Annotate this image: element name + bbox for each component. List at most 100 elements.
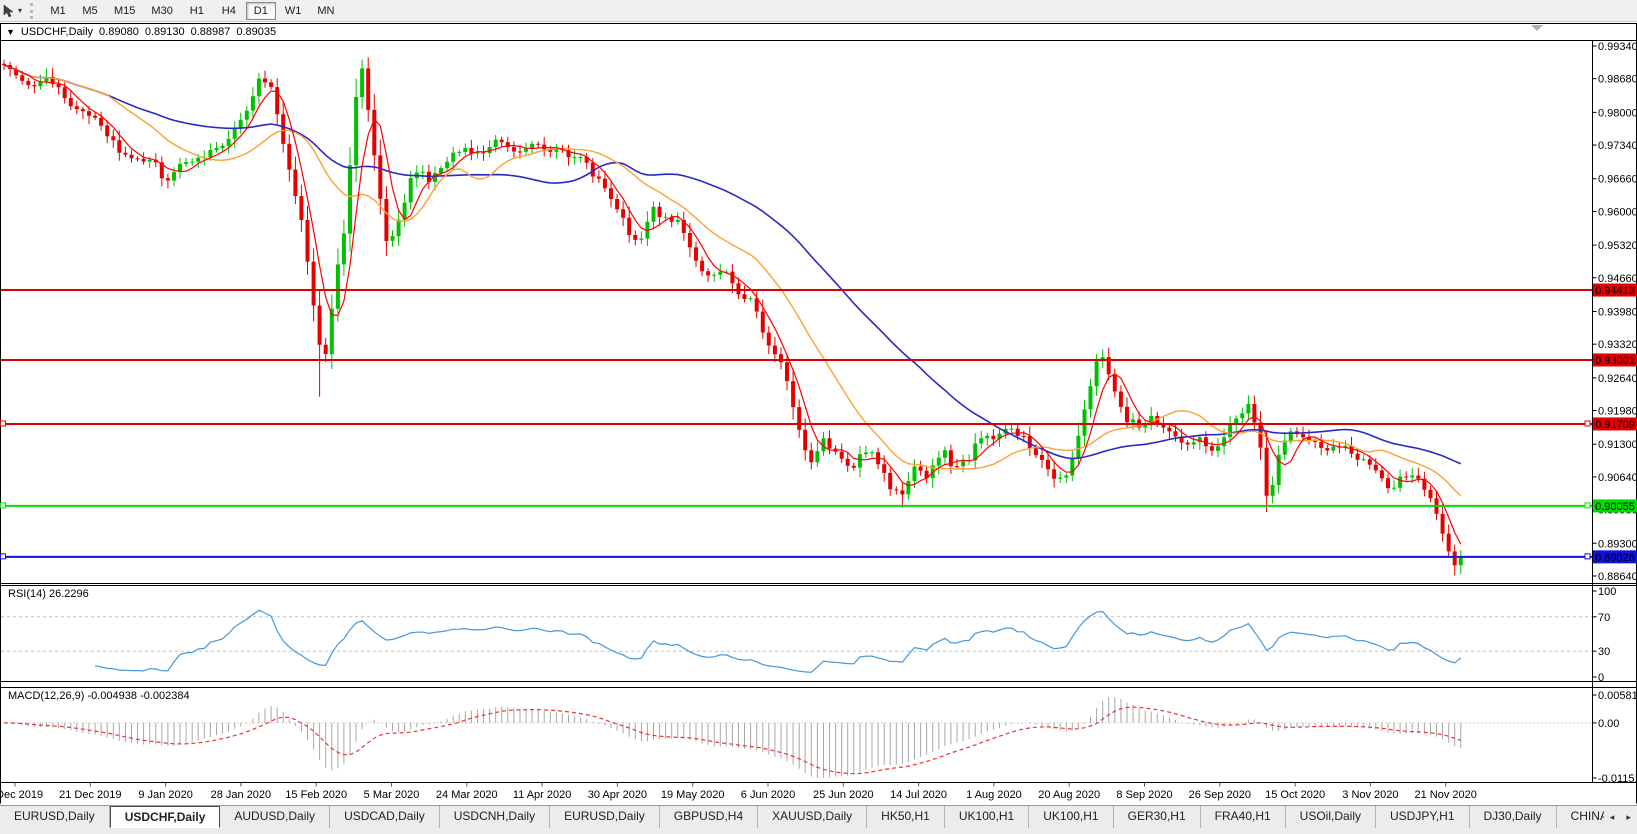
timeframe-H1-button[interactable]: H1 [182,2,212,20]
tab-AUDUSD-Daily[interactable]: AUDUSD,Daily [220,806,330,828]
chevron-down-icon: ▾ [18,6,22,15]
rsi-pane: 10070300 [1,586,1616,684]
collapse-ohlc-icon[interactable]: ▼ [6,27,15,37]
ohlc-close: 0.89035 [236,26,276,38]
svg-text:0.94413: 0.94413 [1595,285,1635,297]
tab-CHINA300-H1[interactable]: CHINA300,H1 [1557,806,1604,828]
svg-text:0.88640: 0.88640 [1598,571,1637,583]
svg-text:21 Nov 2020: 21 Nov 2020 [1415,789,1477,801]
timeframe-W1-button[interactable]: W1 [278,2,309,20]
tab-HK50-H1[interactable]: HK50,H1 [867,806,945,828]
tab-USDJPY-H1[interactable]: USDJPY,H1 [1376,806,1469,828]
rsi-indicator-label: RSI(14) 26.2296 [8,588,89,600]
timeframe-M5-button[interactable]: M5 [75,2,105,20]
chart-tabs: EURUSD,DailyUSDCHF,DailyAUDUSD,DailyUSDC… [0,806,1604,828]
cursor-icon [2,4,15,18]
svg-text:0.98680: 0.98680 [1598,74,1637,86]
tab-EURUSD-Daily[interactable]: EURUSD,Daily [0,806,110,828]
svg-text:0.94660: 0.94660 [1598,273,1637,285]
svg-text:0.96000: 0.96000 [1598,206,1637,218]
tab-DJ30-Daily[interactable]: DJ30,Daily [1470,806,1557,828]
timeframe-M30-button[interactable]: M30 [144,2,179,20]
pane-borders [0,24,1637,804]
tab-USOil-Daily[interactable]: USOil,Daily [1286,806,1376,828]
chart-window: 0.99340 0.98680 0.98000 0.97340 0.96660 0.960… [0,0,1637,834]
svg-text:21 Dec 2019: 21 Dec 2019 [59,789,121,801]
svg-text:0: 0 [1598,672,1604,684]
svg-text:0.00: 0.00 [1598,718,1619,730]
svg-text:8 Sep 2020: 8 Sep 2020 [1116,789,1172,801]
svg-text:3 Dec 2019: 3 Dec 2019 [0,789,43,801]
timeframe-D1-button[interactable]: D1 [246,2,276,20]
svg-text:6 Jun 2020: 6 Jun 2020 [741,789,795,801]
svg-text:0.93001: 0.93001 [1595,355,1635,367]
chart-canvas[interactable]: 0.99340 0.98680 0.98000 0.97340 0.96660 0.960… [0,0,1637,834]
svg-text:0.005818: 0.005818 [1598,690,1637,702]
svg-text:0.98000: 0.98000 [1598,107,1637,119]
svg-text:30 Apr 2020: 30 Apr 2020 [588,789,647,801]
timeframe-M15-button[interactable]: M15 [107,2,142,20]
timeframe-H4-button[interactable]: H4 [214,2,244,20]
svg-text:1 Aug 2020: 1 Aug 2020 [966,789,1022,801]
svg-text:0.89300: 0.89300 [1598,538,1637,550]
svg-text:0.89026: 0.89026 [1595,552,1635,564]
svg-text:0.96660: 0.96660 [1598,174,1637,186]
svg-text:0.97340: 0.97340 [1598,140,1637,152]
svg-text:-0.011514: -0.011514 [1598,773,1637,785]
svg-text:100: 100 [1598,586,1616,598]
svg-text:0.92640: 0.92640 [1598,373,1637,385]
tab-USDCNH-Daily[interactable]: USDCNH,Daily [440,806,550,828]
svg-text:0.99340: 0.99340 [1598,41,1637,53]
tab-USDCHF-Daily[interactable]: USDCHF,Daily [110,806,221,828]
moving-averages-layer [4,65,1461,544]
svg-text:3 Nov 2020: 3 Nov 2020 [1342,789,1398,801]
tab-UK100-H1[interactable]: UK100,H1 [1029,806,1113,828]
svg-text:0.91709: 0.91709 [1595,419,1635,431]
tab-UK100-H1[interactable]: UK100,H1 [945,806,1029,828]
toolbar-grip-handle[interactable] [30,3,38,19]
svg-text:0.90055: 0.90055 [1595,501,1635,513]
svg-text:11 Apr 2020: 11 Apr 2020 [513,789,572,801]
svg-text:0.90640: 0.90640 [1598,472,1637,484]
ohlc-open: 0.89080 [99,26,139,38]
ohlc-low: 0.88987 [191,26,231,38]
svg-text:15 Oct 2020: 15 Oct 2020 [1265,789,1325,801]
macd-pane: 0.005818 0.00 -0.011514 [1,690,1637,785]
tab-USDCAD-Daily[interactable]: USDCAD,Daily [330,806,440,828]
tab-EURUSD-Daily[interactable]: EURUSD,Daily [550,806,660,828]
timeframe-M1-button[interactable]: M1 [43,2,73,20]
svg-text:0.93980: 0.93980 [1598,306,1637,318]
timeframe-buttons: M1M5M15M30H1H4D1W1MN [42,2,342,20]
svg-text:0.91300: 0.91300 [1598,439,1637,451]
svg-text:28 Jan 2020: 28 Jan 2020 [211,789,272,801]
ohlc-high: 0.89130 [145,26,185,38]
tab-GER30-H1[interactable]: GER30,H1 [1114,806,1201,828]
cursor-tool-button[interactable]: ▾ [0,1,26,21]
svg-text:70: 70 [1598,612,1610,624]
chart-title: ▼ USDCHF,Daily 0.89080 0.89130 0.88987 0… [6,26,276,38]
svg-text:24 Mar 2020: 24 Mar 2020 [436,789,498,801]
svg-text:0.91980: 0.91980 [1598,406,1637,418]
svg-text:14 Jul 2020: 14 Jul 2020 [890,789,947,801]
chart-tab-bar: EURUSD,DailyUSDCHF,DailyAUDUSD,DailyUSDC… [0,805,1637,834]
svg-text:0.93320: 0.93320 [1598,339,1637,351]
tab-scroll-left-icon[interactable]: ◂ [1604,806,1621,828]
chart-symbol: USDCHF,Daily [21,26,93,38]
tab-scroll-right-icon[interactable]: ▸ [1620,806,1637,828]
svg-text:26 Sep 2020: 26 Sep 2020 [1189,789,1251,801]
tab-FRA40-H1[interactable]: FRA40,H1 [1201,806,1286,828]
tab-GBPUSD-H4[interactable]: GBPUSD,H4 [660,806,758,828]
tab-XAUUSD-Daily[interactable]: XAUUSD,Daily [758,806,867,828]
svg-text:15 Feb 2020: 15 Feb 2020 [285,789,347,801]
candles-layer [2,57,1463,575]
svg-text:19 May 2020: 19 May 2020 [661,789,725,801]
date-axis: 3 Dec 2019 21 Dec 2019 9 Jan 2020 28 Jan 20… [0,783,1477,802]
chart-shift-marker-icon [1531,25,1543,31]
horizontal-lines-layer: 0.94413 0.93001 0.91709 0.90055 0.89026 [1,284,1637,564]
macd-indicator-label: MACD(12,26,9) -0.004938 -0.002384 [8,690,190,702]
timeframe-MN-button[interactable]: MN [310,2,341,20]
svg-text:9 Jan 2020: 9 Jan 2020 [138,789,192,801]
svg-text:0.95320: 0.95320 [1598,240,1637,252]
toolbar: ▾ M1M5M15M30H1H4D1W1MN [0,0,1637,22]
svg-text:25 Jun 2020: 25 Jun 2020 [813,789,874,801]
